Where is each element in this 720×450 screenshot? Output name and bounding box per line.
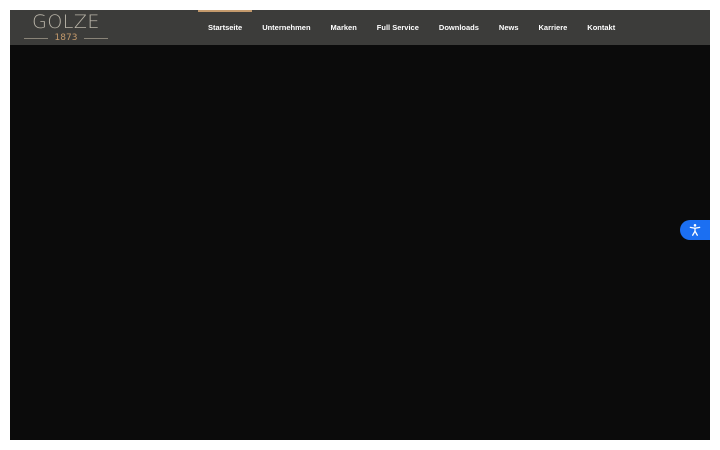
nav-item-label: Full Service [376,23,419,32]
page-frame: GOLZE 1873 Startseite Unternehmen Marken… [10,10,710,440]
nav-item-full-service[interactable]: Full Service [367,10,429,45]
golze-logo[interactable]: GOLZE 1873 [24,11,108,44]
logo-wordmark: GOLZE [32,11,100,33]
nav-item-label: Marken [330,23,357,32]
nav-item-label: Kontakt [587,23,616,32]
accessibility-button[interactable] [680,220,710,240]
nav-item-marken[interactable]: Marken [321,10,367,45]
site-header: GOLZE 1873 Startseite Unternehmen Marken… [10,10,710,45]
main-nav: Startseite Unternehmen Marken Full Servi… [198,10,625,45]
nav-item-downloads[interactable]: Downloads [429,10,489,45]
nav-item-karriere[interactable]: Karriere [529,10,578,45]
hero-area [10,45,710,440]
nav-item-startseite[interactable]: Startseite [198,10,253,45]
logo-rule-right [84,38,108,39]
nav-item-kontakt[interactable]: Kontakt [577,10,625,45]
nav-item-label: Karriere [538,23,568,32]
nav-item-label: Downloads [438,23,479,32]
nav-item-news[interactable]: News [489,10,529,45]
accessibility-icon [689,224,701,236]
nav-item-label: News [498,23,519,32]
nav-item-label: Unternehmen [262,23,311,32]
nav-item-label: Startseite [208,23,243,32]
nav-item-unternehmen[interactable]: Unternehmen [252,10,320,45]
